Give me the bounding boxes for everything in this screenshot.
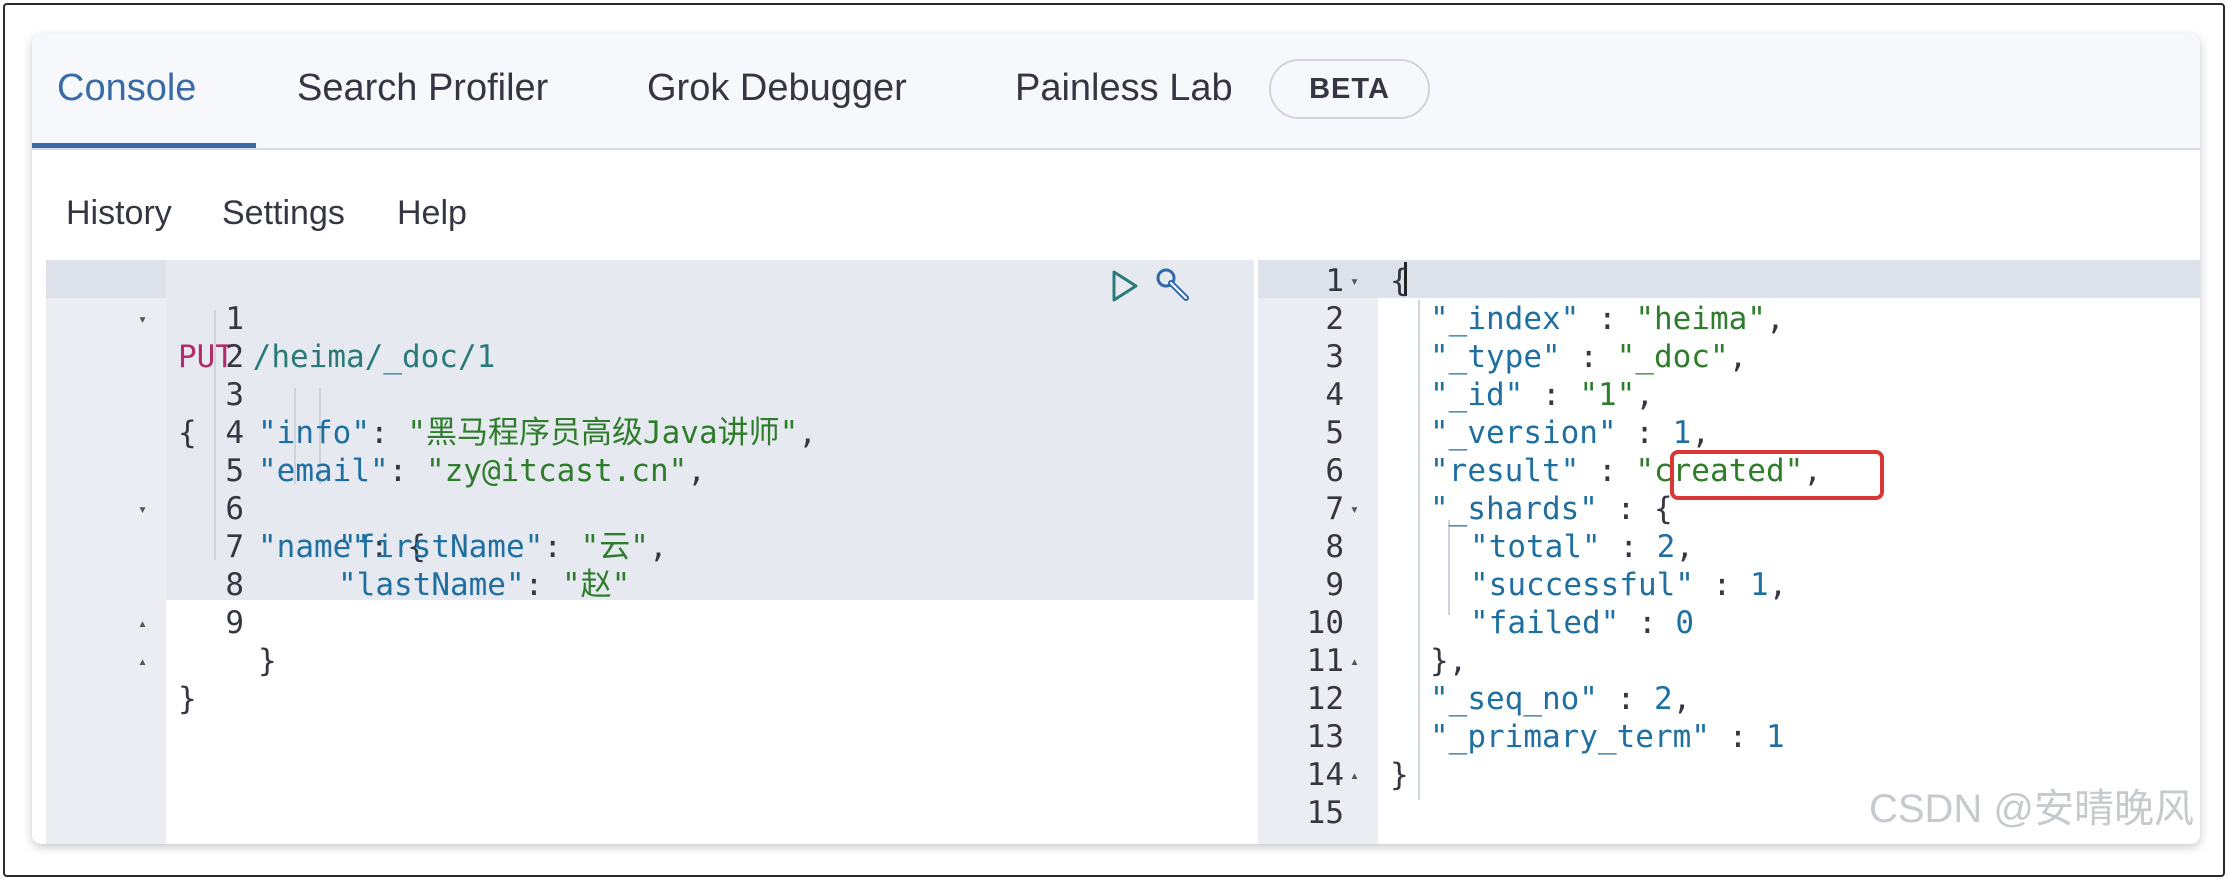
json-string: "_doc"	[1616, 339, 1729, 375]
code-text: {	[1390, 263, 1409, 299]
json-number: 1	[1672, 415, 1692, 451]
json-key: "firstName"	[338, 529, 544, 565]
tab-search-profiler[interactable]: Search Profiler	[297, 67, 548, 110]
result-highlight-box	[1670, 450, 1884, 500]
indent-guide	[1418, 300, 1420, 800]
json-string: "黑马程序员高级Java讲师"	[407, 415, 799, 451]
fold-arrow-icon[interactable]: ▴	[1350, 642, 1359, 680]
json-key: "total"	[1470, 529, 1601, 565]
history-link[interactable]: History	[66, 194, 172, 233]
json-key: "_shards"	[1430, 491, 1598, 527]
play-icon[interactable]	[1108, 268, 1142, 304]
line-number: 1	[1325, 263, 1344, 299]
request-line-8: 8 ▴ }	[46, 528, 277, 679]
json-key: "result"	[1430, 453, 1580, 489]
fold-arrow-icon[interactable]: ▴	[1350, 756, 1359, 794]
json-key: "_id"	[1430, 377, 1524, 413]
request-line-6: 6 "firstName": "云",	[46, 452, 667, 565]
json-number: 1	[1765, 719, 1785, 755]
line-number: 4	[1325, 377, 1344, 413]
line-number: 4	[225, 415, 244, 451]
json-key: "email"	[258, 453, 389, 489]
line-number: 7	[225, 529, 244, 565]
json-key: "_type"	[1430, 339, 1561, 375]
tab-grok-debugger[interactable]: Grok Debugger	[647, 67, 907, 110]
request-path: /heima/_doc/1	[252, 339, 496, 375]
json-number: 2	[1656, 529, 1676, 565]
line-number: 12	[1306, 681, 1344, 717]
line-number: 2	[225, 339, 244, 375]
request-line-1: 1 PUT /heima/_doc/1	[46, 262, 495, 375]
line-number: 15	[1306, 795, 1344, 831]
json-key: "lastName"	[338, 567, 525, 603]
code-text: },	[1430, 643, 1468, 679]
json-string: "zy@itcast.cn"	[425, 453, 688, 489]
request-line-3: 3 "info": "黑马程序员高级Java讲师",	[46, 338, 817, 451]
json-key: "_seq_no"	[1430, 681, 1598, 717]
json-key: "_version"	[1430, 415, 1617, 451]
settings-link[interactable]: Settings	[222, 194, 345, 233]
fold-arrow-icon[interactable]: ▾	[138, 300, 147, 338]
json-number: 2	[1653, 681, 1673, 717]
line-number: 5	[225, 453, 244, 489]
fold-arrow-icon[interactable]: ▴	[138, 642, 147, 680]
json-key: "failed"	[1470, 605, 1620, 641]
request-line-2: 2 ▾ {	[46, 300, 244, 451]
fold-arrow-icon[interactable]: ▾	[1350, 490, 1359, 528]
code-text: }	[178, 681, 197, 717]
json-key: "successful"	[1470, 567, 1694, 603]
line-number: 7	[1325, 491, 1344, 527]
line-number: 10	[1306, 605, 1344, 641]
json-string: "云"	[580, 529, 649, 565]
help-link[interactable]: Help	[397, 194, 467, 233]
response-viewer[interactable]: 1 ▾{ 2 "_index" : "heima", 3 "_type" : "_do…	[1258, 260, 2200, 844]
active-tab-indicator	[32, 143, 256, 148]
code-text: }	[1390, 757, 1409, 793]
line-number: 3	[1325, 339, 1344, 375]
fold-arrow-icon[interactable]: ▾	[1350, 262, 1359, 300]
request-line-9: 9 ▴ }	[46, 566, 244, 717]
json-key: "_primary_term"	[1430, 719, 1710, 755]
line-number: 9	[1325, 567, 1344, 603]
line-number: 6	[1325, 453, 1344, 489]
indent-guide	[1448, 520, 1450, 615]
tab-bar: Console Search Profiler Grok Debugger Pa…	[32, 34, 2200, 150]
request-editor[interactable]: 1 PUT /heima/_doc/1 2 ▾ { 3 "info": "黑马程…	[46, 260, 1254, 844]
line-number: 8	[225, 567, 244, 603]
wrench-icon[interactable]	[1154, 266, 1194, 306]
json-number: 0	[1675, 605, 1694, 641]
line-number: 13	[1306, 719, 1344, 755]
json-key: "_index"	[1430, 301, 1580, 337]
line-number: 11	[1306, 643, 1344, 679]
json-key: "info"	[258, 415, 370, 451]
line-number: 3	[225, 377, 244, 413]
tab-console[interactable]: Console	[57, 67, 196, 110]
line-number: 6	[225, 491, 244, 527]
request-line-5: 5 ▾ "name": {	[138, 453, 426, 565]
line-number: 5	[1325, 415, 1344, 451]
beta-badge: BETA	[1269, 59, 1430, 119]
line-number: 8	[1325, 529, 1344, 565]
watermark: CSDN @安晴晚风	[1868, 787, 2194, 831]
line-number: 9	[225, 605, 244, 641]
line-number: 14	[1306, 757, 1344, 793]
request-line-4: 4 "email": "zy@itcast.cn",	[46, 376, 706, 489]
dev-tools-panel: Console Search Profiler Grok Debugger Pa…	[32, 34, 2200, 844]
json-string: "heima"	[1635, 301, 1766, 337]
line-number: 1	[225, 301, 244, 337]
json-string: "赵"	[561, 567, 631, 603]
line-number: 2	[1325, 301, 1344, 337]
json-number: 1	[1749, 567, 1769, 603]
tab-painless-lab[interactable]: Painless Lab	[1015, 67, 1233, 110]
json-string: "1"	[1579, 377, 1636, 413]
request-line-7: 7 "lastName": "赵"	[46, 490, 630, 603]
code-text: }	[258, 643, 277, 679]
